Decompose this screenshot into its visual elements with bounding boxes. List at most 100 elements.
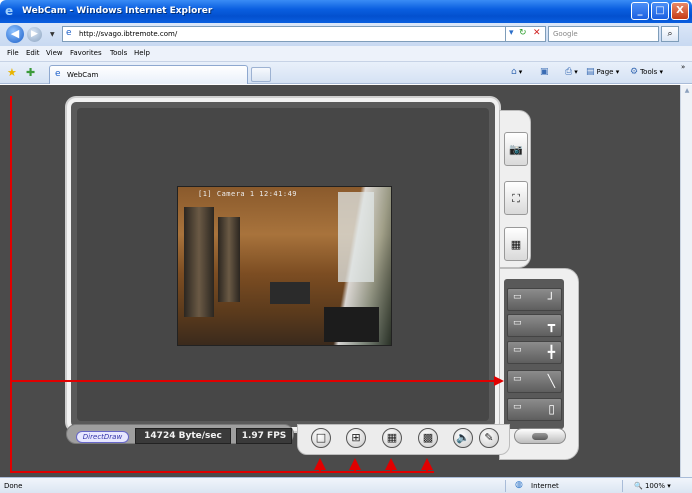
fullscreen-button[interactable]: ⛶ bbox=[504, 181, 528, 215]
menu-edit[interactable]: Edit bbox=[26, 49, 40, 57]
monitor-icon: ▭ bbox=[513, 374, 522, 384]
settings-icon: ▦ bbox=[510, 238, 522, 251]
page-menu-button[interactable]: ▤ Page ▾ bbox=[586, 67, 619, 77]
tab-webcam[interactable]: e WebCam bbox=[49, 65, 248, 84]
tab-bar: ★ ✚ e WebCam ⌂ ▾ ▣ ⎙ ▾ ▤ Page ▾ ⚙ Tools ▾ » bbox=[0, 62, 692, 84]
microphone-button[interactable]: ✎ bbox=[479, 428, 499, 448]
address-actions: ▾ ↻ ✕ bbox=[506, 26, 546, 42]
menu-file[interactable]: File bbox=[7, 49, 19, 57]
search-placeholder: Google bbox=[553, 30, 578, 38]
feeds-button[interactable]: ▣ bbox=[540, 67, 551, 77]
nine-view-icon: ▦ bbox=[386, 431, 398, 444]
maximize-button[interactable]: □ bbox=[651, 2, 669, 20]
camera-icon: 📷 bbox=[509, 143, 523, 156]
tools-menu-button[interactable]: ⚙ Tools ▾ bbox=[630, 67, 663, 77]
snapshot-button[interactable]: 📷 bbox=[504, 132, 528, 166]
window-titlebar: e WebCam - Windows Internet Explorer _ □… bbox=[0, 0, 692, 23]
record-pill-icon bbox=[532, 433, 548, 440]
fps-readout: 1.97 FPS bbox=[236, 428, 292, 444]
search-input[interactable]: Google bbox=[548, 26, 659, 42]
monitor-icon: ▭ bbox=[513, 318, 522, 328]
render-mode-badge[interactable]: DirectDraw bbox=[76, 431, 129, 443]
annotation-arrowhead-up-1 bbox=[314, 458, 326, 470]
forward-button[interactable]: ▶ bbox=[27, 27, 42, 42]
address-dropdown-icon[interactable]: ▾ bbox=[509, 28, 514, 38]
back-arrow-icon: ◀ bbox=[10, 27, 20, 40]
record-button[interactable] bbox=[514, 428, 566, 444]
ptz-button-5[interactable]: ▭ ▯ bbox=[507, 398, 562, 421]
print-button[interactable]: ⎙ ▾ bbox=[565, 67, 578, 77]
menu-tools[interactable]: Tools bbox=[110, 49, 127, 57]
home-icon: ⌂ bbox=[511, 67, 517, 77]
address-bar[interactable]: e http://svago.ibtremote.com/ bbox=[62, 26, 506, 42]
favorites-star-icon[interactable]: ★ bbox=[7, 66, 17, 79]
ptz-button-2[interactable]: ▭ ┳ bbox=[507, 314, 562, 337]
stop-icon[interactable]: ✕ bbox=[533, 28, 541, 38]
address-url[interactable]: http://svago.ibtremote.com/ bbox=[79, 30, 177, 38]
page-menu-label: Page bbox=[596, 68, 614, 76]
ptz-button-4[interactable]: ▭ ╲ bbox=[507, 370, 562, 393]
minimize-button[interactable]: _ bbox=[631, 2, 649, 20]
ptz-button-3[interactable]: ▭ ╋ bbox=[507, 341, 562, 364]
camera-feed[interactable]: [1] Camera 1 12:41:49 bbox=[177, 186, 392, 346]
menu-view[interactable]: View bbox=[46, 49, 63, 57]
zoom-level[interactable]: 🔍 100% ▾ bbox=[634, 482, 671, 490]
view-1x1-button[interactable]: □ bbox=[311, 428, 331, 448]
page-icon: e bbox=[66, 28, 72, 38]
add-favorites-icon[interactable]: ✚ bbox=[26, 66, 35, 79]
annotation-arrowhead-up-2 bbox=[349, 458, 361, 470]
single-view-icon: □ bbox=[315, 431, 327, 444]
chevron-more-icon[interactable]: » bbox=[681, 63, 685, 71]
status-divider bbox=[505, 480, 506, 492]
ie-logo-icon: e bbox=[5, 4, 14, 18]
tools-menu-label: Tools bbox=[640, 68, 658, 76]
microphone-icon: ✎ bbox=[484, 431, 494, 444]
monitor-icon: ▭ bbox=[513, 345, 522, 355]
ptz-button-1[interactable]: ▭ ┘ bbox=[507, 288, 562, 311]
refresh-icon[interactable]: ↻ bbox=[519, 28, 527, 38]
side-toolbar: 📷 ⛶ ▦ bbox=[499, 110, 531, 268]
annotation-line-bottom bbox=[10, 471, 434, 473]
ptz-icon-1: ┘ bbox=[547, 292, 555, 306]
menu-bar: File Edit View Favorites Tools Help bbox=[0, 46, 692, 62]
browser-status-bar: Done ◍ Internet 🔍 100% ▾ bbox=[0, 477, 692, 493]
speaker-icon: 🔈 bbox=[456, 431, 470, 444]
camera-overlay-text: [1] Camera 1 12:41:49 bbox=[198, 190, 298, 198]
monitor-icon: ▭ bbox=[513, 292, 522, 302]
annotation-arrowhead-up-4 bbox=[421, 458, 433, 470]
scroll-up-icon[interactable]: ▲ bbox=[682, 87, 692, 97]
address-toolbar: ◀ ▶ ▼ e http://svago.ibtremote.com/ ▾ ↻ … bbox=[0, 23, 692, 46]
ptz-icon-5: ▯ bbox=[548, 402, 555, 416]
page-menu-icon: ▤ bbox=[586, 67, 595, 77]
zoom-value: 100% bbox=[644, 482, 665, 490]
annotation-arrowhead-up-3 bbox=[385, 458, 397, 470]
search-button[interactable]: ⌕ bbox=[661, 26, 679, 42]
vertical-scrollbar[interactable]: ▲ bbox=[680, 85, 692, 477]
view-4x4-button[interactable]: ▩ bbox=[418, 428, 438, 448]
bitrate-readout: 14724 Byte/sec bbox=[135, 428, 231, 444]
print-icon: ⎙ bbox=[565, 67, 573, 77]
view-3x3-button[interactable]: ▦ bbox=[382, 428, 402, 448]
annotation-line-vertical bbox=[10, 96, 12, 473]
tab-page-icon: e bbox=[55, 69, 61, 79]
home-button[interactable]: ⌂ ▾ bbox=[511, 67, 522, 77]
back-button[interactable]: ◀ bbox=[6, 25, 24, 43]
forward-arrow-icon: ▶ bbox=[31, 29, 38, 39]
menu-favorites[interactable]: Favorites bbox=[70, 49, 102, 57]
close-button[interactable]: X bbox=[671, 2, 689, 20]
history-dropdown-icon[interactable]: ▼ bbox=[50, 31, 55, 38]
ptz-icon-4: ╲ bbox=[547, 374, 555, 388]
sixteen-view-icon: ▩ bbox=[422, 431, 434, 444]
annotation-arrowhead-right bbox=[494, 376, 504, 386]
ptz-icon-2: ┳ bbox=[547, 318, 555, 332]
new-tab-button[interactable] bbox=[251, 67, 271, 82]
view-2x2-button[interactable]: ⊞ bbox=[346, 428, 366, 448]
feeds-icon: ▣ bbox=[540, 67, 549, 77]
menu-help[interactable]: Help bbox=[134, 49, 150, 57]
quad-view-icon: ⊞ bbox=[351, 431, 361, 444]
monitor-icon: ▭ bbox=[513, 402, 522, 412]
security-zone[interactable]: Internet bbox=[531, 482, 559, 490]
tools-gear-icon: ⚙ bbox=[630, 67, 639, 77]
settings-button[interactable]: ▦ bbox=[504, 227, 528, 261]
audio-button[interactable]: 🔈 bbox=[453, 428, 473, 448]
